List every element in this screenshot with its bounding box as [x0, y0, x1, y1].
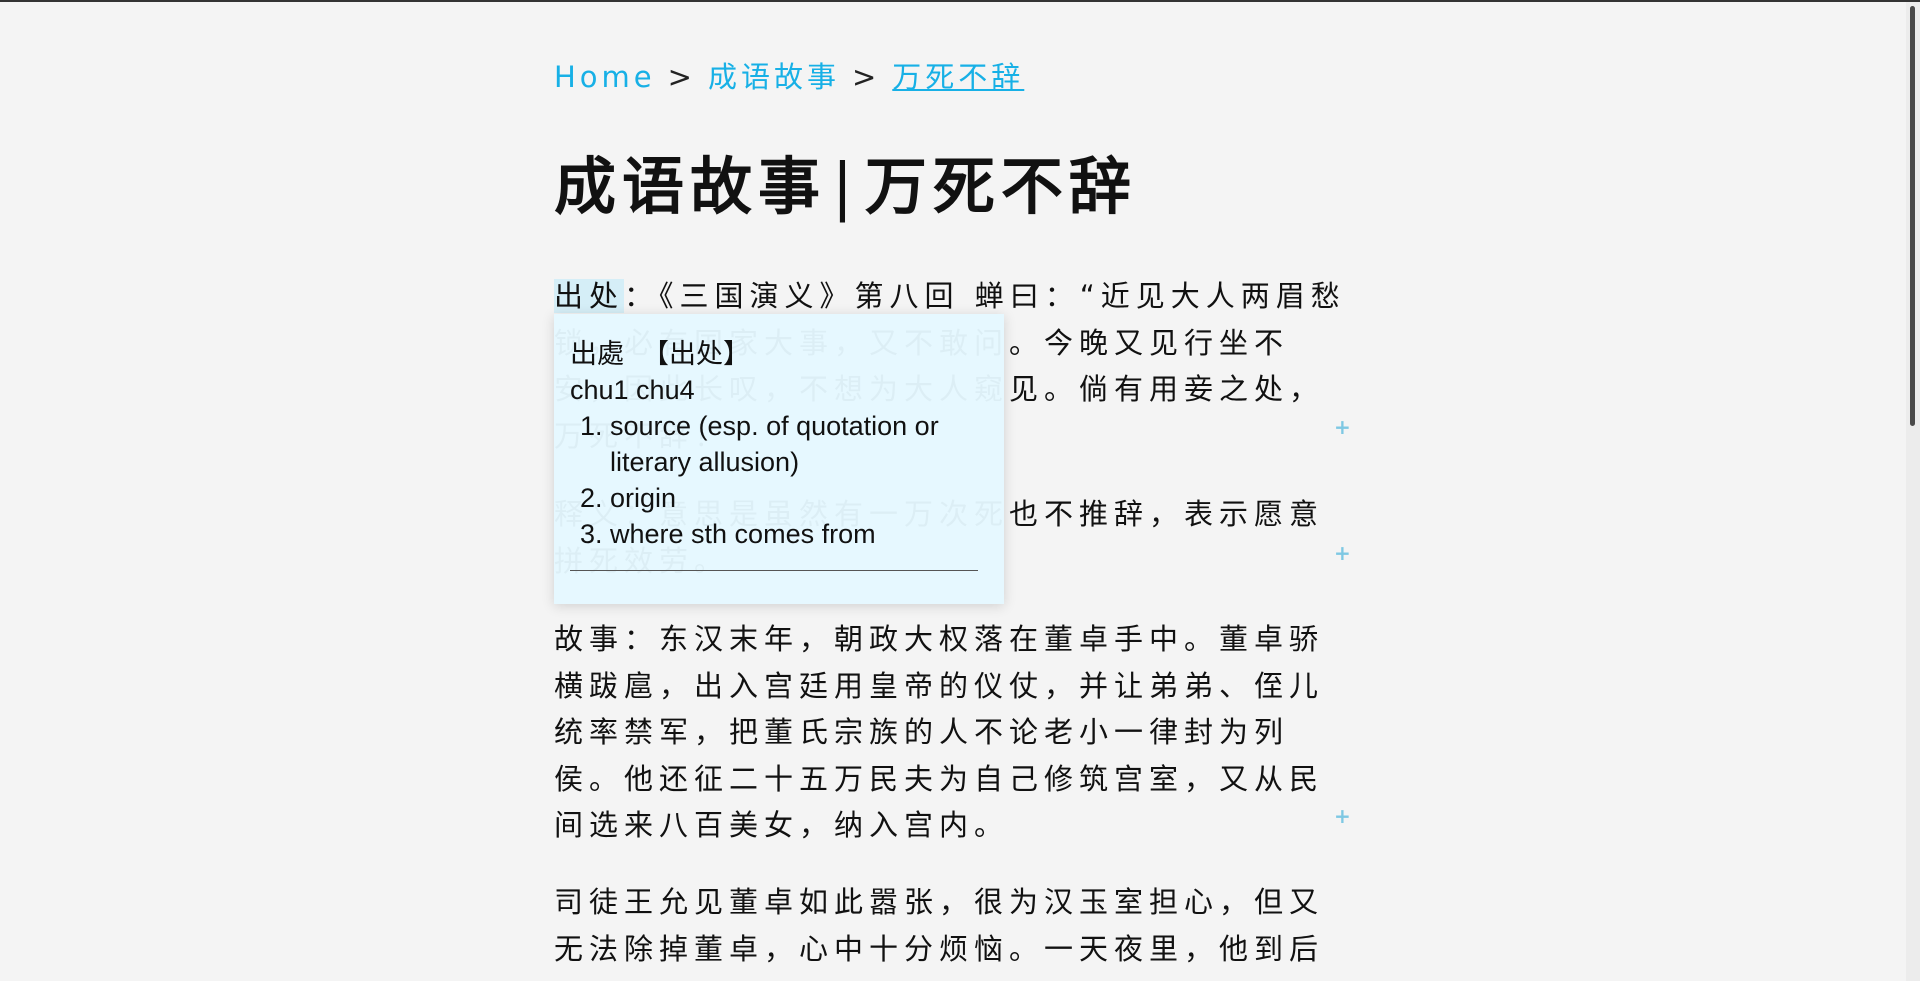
popup-traditional: 出處 — [570, 339, 624, 369]
breadcrumb-home-link[interactable]: Home — [554, 60, 656, 94]
popup-simplified: 【出处】 — [642, 339, 750, 369]
dictionary-popup[interactable]: 出處【出处】 chu1 chu4 source (esp. of quotati… — [554, 314, 1004, 604]
add-note-icon[interactable]: + — [1334, 417, 1351, 437]
page-title-idiom: 万死不辞 — [864, 150, 1137, 223]
vertical-scrollbar[interactable] — [1906, 2, 1920, 981]
window-top-border — [0, 0, 1920, 2]
popup-definition: origin — [610, 480, 988, 516]
article: Home > 成语故事 > 万死不辞 成语故事|万死不辞 出处：《三国演义》第八回 蝉曰… — [554, 55, 1354, 966]
popup-definition: source (esp. of quotation or literary al… — [610, 408, 988, 480]
breadcrumb-separator: > — [667, 60, 696, 94]
breadcrumb: Home > 成语故事 > 万死不辞 — [554, 55, 1354, 99]
add-note-icon[interactable]: + — [1334, 543, 1351, 563]
paragraph-story-continued: 司徒王允见董卓如此嚣张，很为汉玉室担心，但又无法除掉董卓，心中十分烦恼。一天夜里… — [554, 885, 1325, 966]
selected-word[interactable]: 出处 — [554, 279, 625, 313]
popup-divider — [570, 570, 978, 571]
popup-pinyin: chu1 chu4 — [570, 375, 695, 405]
scrollbar-thumb[interactable] — [1910, 6, 1915, 426]
popup-definition: where sth comes from — [610, 516, 988, 552]
popup-headword: 出處 【出处】 — [570, 336, 988, 372]
breadcrumb-separator: > — [851, 60, 881, 94]
popup-definition-list: source (esp. of quotation or literary al… — [570, 408, 988, 552]
page-title-separator: | — [832, 150, 859, 223]
paragraph-story: 故事：东汉末年，朝政大权落在董卓手中。董卓骄横跋扈，出入宫廷用皇帝的仪仗，并让弟… — [554, 622, 1325, 842]
add-note-icon[interactable]: + — [1334, 806, 1351, 826]
breadcrumb-current-link[interactable]: 万死不辞 — [892, 60, 1024, 94]
page-title-category: 成语故事 — [554, 150, 827, 223]
page-title: 成语故事|万死不辞 — [554, 151, 1454, 223]
breadcrumb-section-link[interactable]: 成语故事 — [708, 60, 840, 94]
